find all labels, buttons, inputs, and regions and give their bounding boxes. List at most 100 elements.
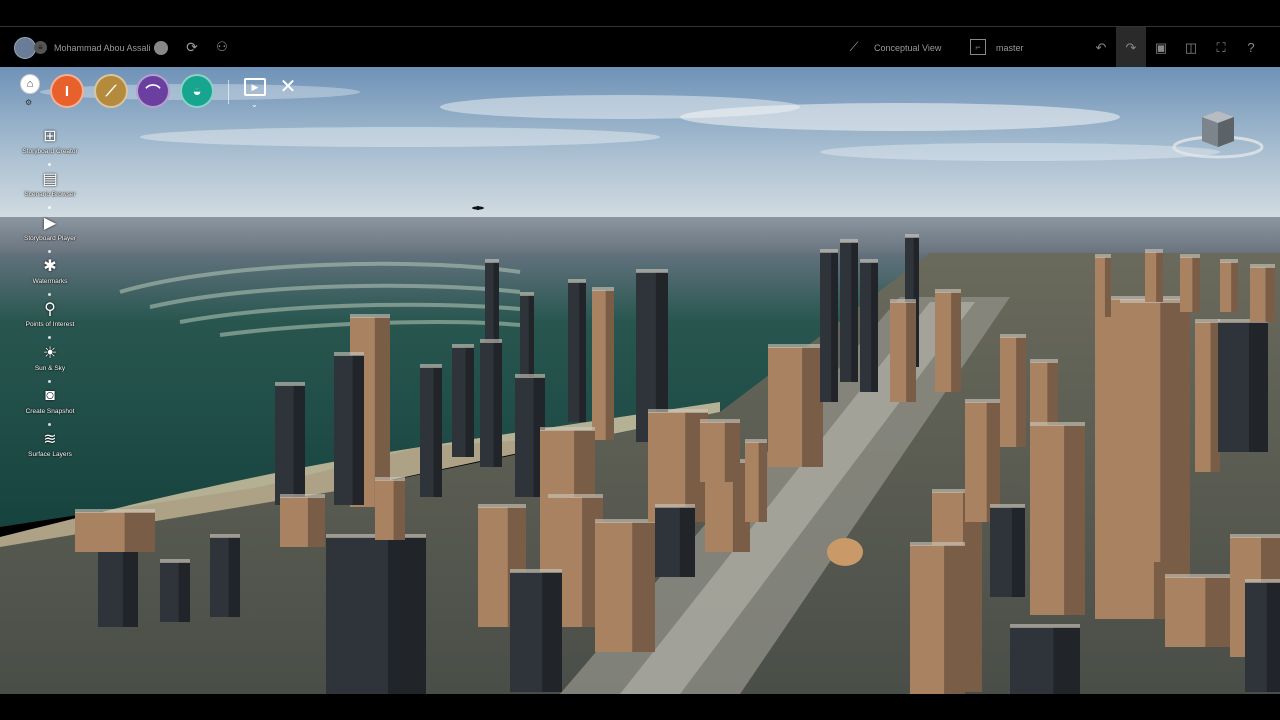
tower-shade <box>1104 257 1111 317</box>
tool-sun-sky[interactable]: ☀ Sun & Sky <box>14 342 86 382</box>
tool-points-of-interest[interactable]: ⚲ Points of Interest <box>14 298 86 338</box>
tower-roof <box>820 249 838 253</box>
storyboard-player-icon: ▶ <box>43 215 57 232</box>
top-toolbar: ≡ Mohammad Abou Assali ⟳ ⚇ ⟋ Conceptual … <box>0 26 1280 68</box>
tower-shade <box>542 572 562 692</box>
tower-shade <box>1249 322 1268 452</box>
tower-roof <box>1145 249 1163 253</box>
fullscreen-button[interactable]: ⛶ <box>1206 27 1236 68</box>
user-settings-icon[interactable]: ⚇ <box>214 39 230 55</box>
tool-storyboard-creator[interactable]: ⊞ Storyboard Creator <box>14 125 86 165</box>
user-menu-icon[interactable]: ≡ <box>34 41 47 54</box>
tower-shade <box>352 355 364 505</box>
tower-roof <box>452 344 474 348</box>
tower-roof <box>990 504 1025 508</box>
tool-surface-layers[interactable]: ≋ Surface Layers <box>14 428 86 468</box>
tool-create-snapshot[interactable]: ◙ Create Snapshot <box>14 385 86 425</box>
tower-roof <box>520 292 534 296</box>
user-avatar[interactable] <box>14 37 36 59</box>
tower-roof <box>910 542 965 546</box>
3d-viewport[interactable]: ⌂ ⚙ I ⟋ ⌒ ◒ ▶ ⌄ ✕ ⊞ Storyboard Creator ▤ Scena… <box>0 67 1280 694</box>
tower-roof <box>648 409 708 413</box>
tower-shade <box>228 537 240 617</box>
tower-shade <box>124 512 155 552</box>
tower-roof <box>568 279 586 283</box>
sync-icon[interactable]: ⟳ <box>184 39 200 55</box>
presentation-icon[interactable]: ▶ <box>244 78 266 96</box>
tool-storyboard-player[interactable]: ▶ Storyboard Player <box>14 212 86 252</box>
tower-roof <box>890 299 916 303</box>
tower-roof <box>636 269 668 273</box>
tower-shade <box>307 497 325 547</box>
tower-shade <box>1053 627 1080 694</box>
tower-shade <box>465 347 474 457</box>
tower-roof <box>768 344 823 348</box>
home-icon[interactable]: ⌂ <box>20 74 40 94</box>
tower-roof <box>595 519 655 523</box>
redo-button[interactable]: ↷ <box>1116 27 1146 68</box>
tower-roof <box>1165 574 1230 578</box>
tower-roof <box>1180 254 1200 258</box>
tower-roof <box>655 504 695 508</box>
tower-roof <box>745 439 767 443</box>
tower-roof <box>515 374 545 378</box>
tool-label: Scenario Browser <box>24 191 76 198</box>
tool-divider-dot <box>48 336 51 339</box>
tower-shade <box>851 242 858 382</box>
tool-label: Watermarks <box>32 278 68 285</box>
tower-roof <box>1245 579 1280 583</box>
app-orange-button[interactable]: I <box>50 74 84 108</box>
tower-roof <box>420 364 442 368</box>
tower-shade <box>1064 425 1085 615</box>
tower-roof <box>592 287 614 291</box>
settings-gear-icon[interactable]: ⚙ <box>25 98 32 107</box>
tools-icon[interactable]: ✕ <box>276 74 300 98</box>
city-scene[interactable] <box>0 67 1280 694</box>
tower-roof <box>1195 319 1220 323</box>
app-water-button[interactable]: ◒ <box>180 74 214 108</box>
tower-shade <box>178 562 190 622</box>
view-mode-icon[interactable]: ⟋ <box>846 39 862 55</box>
tower-shade <box>1265 267 1275 322</box>
tower-shade <box>605 290 614 440</box>
tower-shade <box>632 522 655 652</box>
chat-icon[interactable] <box>154 41 168 55</box>
tower-roof <box>160 559 190 563</box>
tool-label: Create Snapshot <box>25 408 75 415</box>
tool-watermarks[interactable]: ✱ Watermarks <box>14 255 86 295</box>
app-road-button[interactable]: ⟋ <box>94 74 128 108</box>
tower-shade <box>293 385 305 505</box>
tower-roof <box>965 399 1000 403</box>
chevron-down-icon[interactable]: ⌄ <box>251 100 258 109</box>
layout-button[interactable]: ▣ <box>1146 27 1176 68</box>
tower-shade <box>724 422 740 482</box>
tower-roof <box>1010 624 1080 628</box>
tower-roof <box>840 239 858 243</box>
tool-scenario-browser[interactable]: ▤ Scenario Browser <box>14 168 86 208</box>
tower-shade <box>433 367 442 497</box>
branch-label[interactable]: master <box>996 39 1024 57</box>
tower-roof <box>334 352 364 356</box>
tower-roof <box>548 494 603 498</box>
layers-icon: ≋ <box>43 431 57 448</box>
scenario-browser-icon: ▤ <box>42 171 58 188</box>
view-mode-label[interactable]: Conceptual View <box>874 39 941 57</box>
dome-building[interactable] <box>827 538 863 566</box>
tower-roof <box>540 427 595 431</box>
tower-roof <box>860 259 878 263</box>
tower-shade <box>944 545 965 694</box>
tower-shade <box>871 262 878 392</box>
tower-roof <box>280 494 325 498</box>
panels-button[interactable]: ◫ <box>1176 27 1206 68</box>
tower-shade <box>951 292 961 392</box>
tower-shade <box>1266 582 1280 692</box>
tower-roof <box>1250 264 1275 268</box>
app-bridge-button[interactable]: ⌒ <box>136 74 170 108</box>
navigation-cube[interactable] <box>1172 107 1264 163</box>
tower-shade <box>388 537 426 694</box>
camera-icon: ◙ <box>45 387 55 404</box>
help-button[interactable]: ? <box>1236 27 1266 68</box>
branch-icon[interactable]: ⌐ <box>970 39 986 55</box>
tower-roof <box>375 477 405 481</box>
undo-button[interactable]: ↶ <box>1086 27 1116 68</box>
